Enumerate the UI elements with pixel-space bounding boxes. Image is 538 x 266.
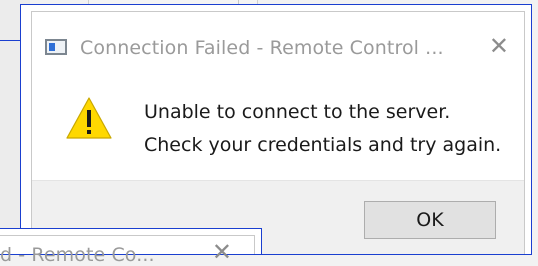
error-dialog: Connection Failed - Remote Control ... ✕… — [20, 4, 532, 255]
message-line-2: Check your credentials and try again. — [144, 134, 502, 156]
dialog-titlebar[interactable]: Connection Failed - Remote Control ... ✕ — [32, 12, 524, 74]
dialog-title: Connection Failed - Remote Control ... — [80, 37, 444, 59]
dialog-window: Connection Failed - Remote Control ... ✕… — [31, 11, 525, 254]
error-message: Unable to connect to the server. Check y… — [144, 96, 501, 162]
background-dialog: d - Remote Co... ✕ — [0, 228, 262, 266]
close-icon[interactable]: ✕ — [489, 34, 509, 58]
warning-icon — [66, 97, 112, 139]
ok-button[interactable]: OK — [364, 201, 496, 239]
background-dialog-window: d - Remote Co... ✕ — [0, 235, 255, 266]
message-line-1: Unable to connect to the server. — [144, 101, 451, 123]
background-dialog-title: d - Remote Co... — [0, 244, 155, 266]
dialog-content: Unable to connect to the server. Check y… — [32, 74, 524, 180]
window-icon — [45, 39, 67, 55]
background-close-icon[interactable]: ✕ — [212, 240, 232, 264]
